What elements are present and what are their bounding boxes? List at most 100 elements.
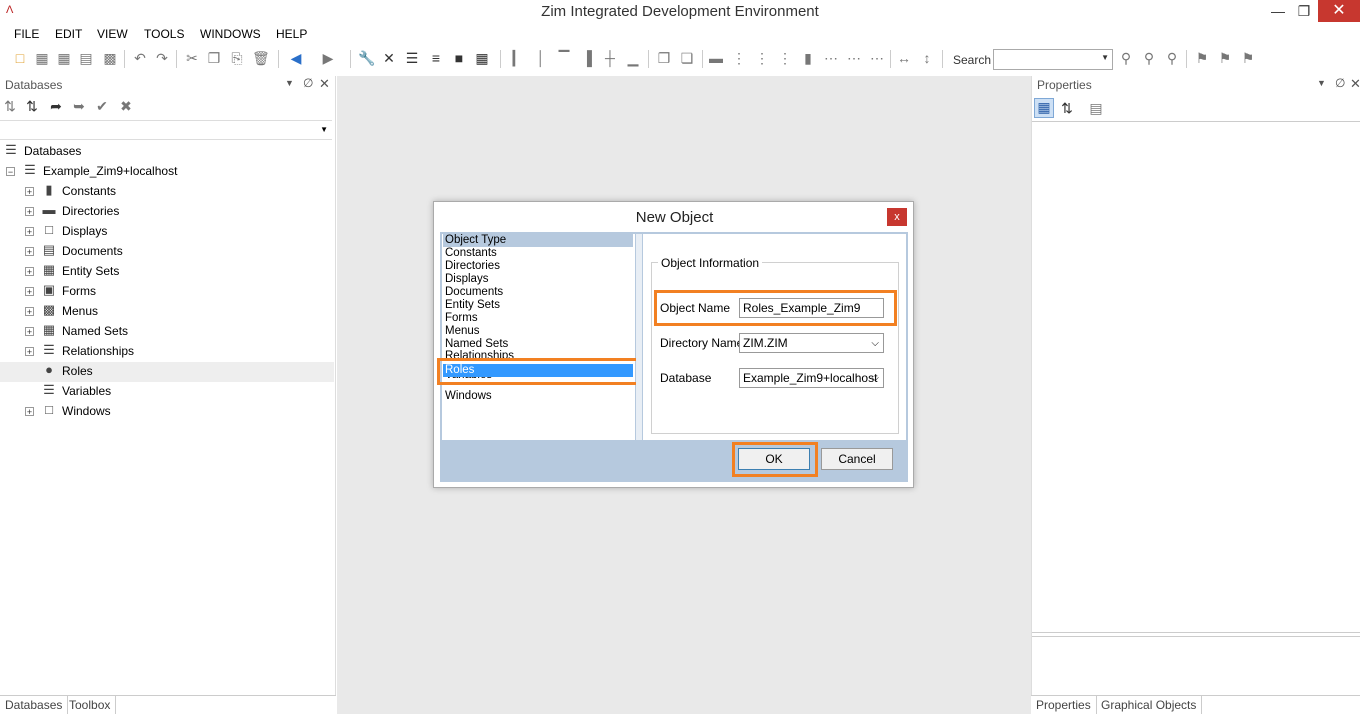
expand-icon[interactable]: + xyxy=(25,207,34,217)
center-v-icon[interactable]: ↕ xyxy=(919,50,935,66)
import-icon[interactable]: ➥ xyxy=(71,98,87,114)
restore-button[interactable]: ❐ xyxy=(1288,0,1320,22)
add-icon[interactable]: ▤ xyxy=(78,50,94,66)
menu-file[interactable]: FILE xyxy=(14,27,39,41)
cancel-button[interactable]: Cancel xyxy=(821,448,893,470)
tree-item-roles[interactable]: ● Roles xyxy=(0,362,334,382)
tree-icon[interactable]: ≡ xyxy=(428,50,444,66)
pin-icon[interactable]: ∅ xyxy=(1335,76,1345,90)
align-bottom-icon[interactable]: ▁ xyxy=(625,50,641,66)
collapse-icon[interactable]: − xyxy=(6,167,15,177)
pin-icon[interactable]: ∅ xyxy=(303,76,313,90)
expand-icon[interactable]: + xyxy=(25,267,34,277)
dialog-close-button[interactable]: x xyxy=(887,208,907,226)
space-v-icon[interactable]: ⋯ xyxy=(823,50,839,66)
delete-icon[interactable]: 🗑 xyxy=(252,50,270,66)
alphabetical-icon[interactable]: ⇅ xyxy=(1059,100,1075,116)
comment-icon[interactable]: ■ xyxy=(451,50,467,66)
chevron-down-icon[interactable]: ▼ xyxy=(320,125,328,134)
object-type-roles-selected[interactable]: Roles xyxy=(443,364,633,377)
expand-icon[interactable]: + xyxy=(25,347,34,357)
bookmark-prev-icon[interactable]: ⚑ xyxy=(1217,50,1233,66)
tree-item-named-sets[interactable]: + ▦ Named Sets xyxy=(0,322,334,342)
menu-windows[interactable]: WINDOWS xyxy=(200,27,261,41)
save-icon[interactable]: ▦ xyxy=(34,50,50,66)
object-type-documents[interactable]: Documents xyxy=(443,286,633,299)
object-type-forms[interactable]: Forms xyxy=(443,312,633,325)
tree-item-forms[interactable]: + ▣ Forms xyxy=(0,282,334,302)
export-icon[interactable]: ➦ xyxy=(48,98,64,114)
panel-menu-icon[interactable]: ▼ xyxy=(285,78,294,88)
undo-icon[interactable]: ↶ xyxy=(132,50,148,66)
search-input[interactable]: ▼ xyxy=(993,49,1113,70)
tree-item-relationships[interactable]: + ☰ Relationships xyxy=(0,342,334,362)
same-height-icon[interactable]: ▮ xyxy=(800,50,816,66)
expand-icon[interactable]: + xyxy=(25,327,34,337)
object-type-constants[interactable]: Constants xyxy=(443,247,633,260)
expand-icon[interactable]: + xyxy=(25,247,34,257)
object-type-list[interactable]: Object Type Constants Directories Displa… xyxy=(437,234,641,440)
bring-front-icon[interactable]: ❐ xyxy=(656,50,672,66)
expand-icon[interactable]: + xyxy=(25,287,34,297)
center-h-icon[interactable]: ↔ xyxy=(896,50,912,66)
chevron-down-icon[interactable]: ⌵ xyxy=(871,335,879,353)
align-right-icon[interactable]: ▐ xyxy=(579,50,595,66)
cut-icon[interactable]: ✂ xyxy=(184,50,200,66)
list-splitter[interactable] xyxy=(636,234,642,440)
expand-icon[interactable]: + xyxy=(25,307,34,317)
filter-dropdown[interactable]: ▼ xyxy=(0,120,332,140)
align-top-icon[interactable]: ▔ xyxy=(556,50,572,66)
menu-edit[interactable]: EDIT xyxy=(55,27,82,41)
property-pages-icon[interactable]: ▤ xyxy=(1088,100,1104,116)
close-panel-icon[interactable]: ✕ xyxy=(319,76,330,92)
tree-connection[interactable]: − ☰ Example_Zim9+localhost xyxy=(0,162,334,182)
tree-item-documents[interactable]: + ▤ Documents xyxy=(0,242,334,262)
directory-name-select[interactable]: ZIM.ZIM ⌵ xyxy=(739,333,884,353)
sort-desc-icon[interactable]: ⇅ xyxy=(24,98,40,114)
close-window-button[interactable]: ✕ xyxy=(1318,0,1360,22)
tree-item-directories[interactable]: + ▬ Directories xyxy=(0,202,334,222)
wrench-icon[interactable]: 🔧 xyxy=(358,50,375,66)
align-left-icon[interactable]: ▎ xyxy=(510,50,526,66)
tab-graphical-objects[interactable]: Graphical Objects xyxy=(1096,696,1203,714)
new-icon[interactable]: □ xyxy=(12,50,28,66)
redo-icon[interactable]: ↷ xyxy=(154,50,170,66)
menu-view[interactable]: VIEW xyxy=(97,27,128,41)
list-icon[interactable]: ☰ xyxy=(404,50,420,66)
tree-item-variables[interactable]: ☰ Variables xyxy=(0,382,334,402)
find-icon[interactable]: ⚲ xyxy=(1118,50,1134,66)
tree-item-constants[interactable]: + ▮ Constants xyxy=(0,182,334,202)
align-middle-icon[interactable]: ┼ xyxy=(602,50,618,66)
align-center-icon[interactable]: │ xyxy=(533,50,549,66)
check-icon[interactable]: ✔ xyxy=(94,98,110,114)
ok-button[interactable]: OK xyxy=(738,448,810,470)
expand-icon[interactable]: + xyxy=(25,227,34,237)
find-previous-icon[interactable]: ⚲ xyxy=(1141,50,1157,66)
send-back-icon[interactable]: ❏ xyxy=(679,50,695,66)
bookmark-icon[interactable]: ⚑ xyxy=(1194,50,1210,66)
cancel-icon[interactable]: ✖ xyxy=(118,98,134,114)
categorized-icon[interactable]: ▦ xyxy=(1034,98,1054,118)
close-panel-icon[interactable]: ✕ xyxy=(1350,76,1360,92)
same-width-icon[interactable]: ▬ xyxy=(708,50,724,66)
chevron-down-icon[interactable]: ▼ xyxy=(1101,53,1109,62)
save-all-icon[interactable]: ▦ xyxy=(56,50,72,66)
back-icon[interactable]: ◀ xyxy=(288,50,304,66)
tree-root-databases[interactable]: ☰ Databases xyxy=(0,142,334,162)
expand-icon[interactable]: + xyxy=(25,187,34,197)
object-type-displays[interactable]: Displays xyxy=(443,273,633,286)
space-v2-icon[interactable]: ⋯ xyxy=(846,50,862,66)
paste-icon[interactable]: ⎘ xyxy=(229,50,245,66)
object-name-input[interactable]: Roles_Example_Zim9 xyxy=(739,298,884,318)
copy-icon[interactable]: ❐ xyxy=(206,50,222,66)
tree-item-windows[interactable]: + □ Windows xyxy=(0,402,334,422)
object-type-directories[interactable]: Directories xyxy=(443,260,633,273)
sort-asc-icon[interactable]: ⇅ xyxy=(2,98,18,114)
tree-item-displays[interactable]: + □ Displays xyxy=(0,222,334,242)
menu-help[interactable]: HELP xyxy=(276,27,307,41)
object-type-entity-sets[interactable]: Entity Sets xyxy=(443,299,633,312)
forward-icon[interactable]: ▶ xyxy=(320,50,336,66)
tree-item-menus[interactable]: + ▩ Menus xyxy=(0,302,334,322)
tab-toolbox[interactable]: Toolbox xyxy=(64,696,117,714)
grid-icon[interactable]: ▦ xyxy=(474,50,490,66)
